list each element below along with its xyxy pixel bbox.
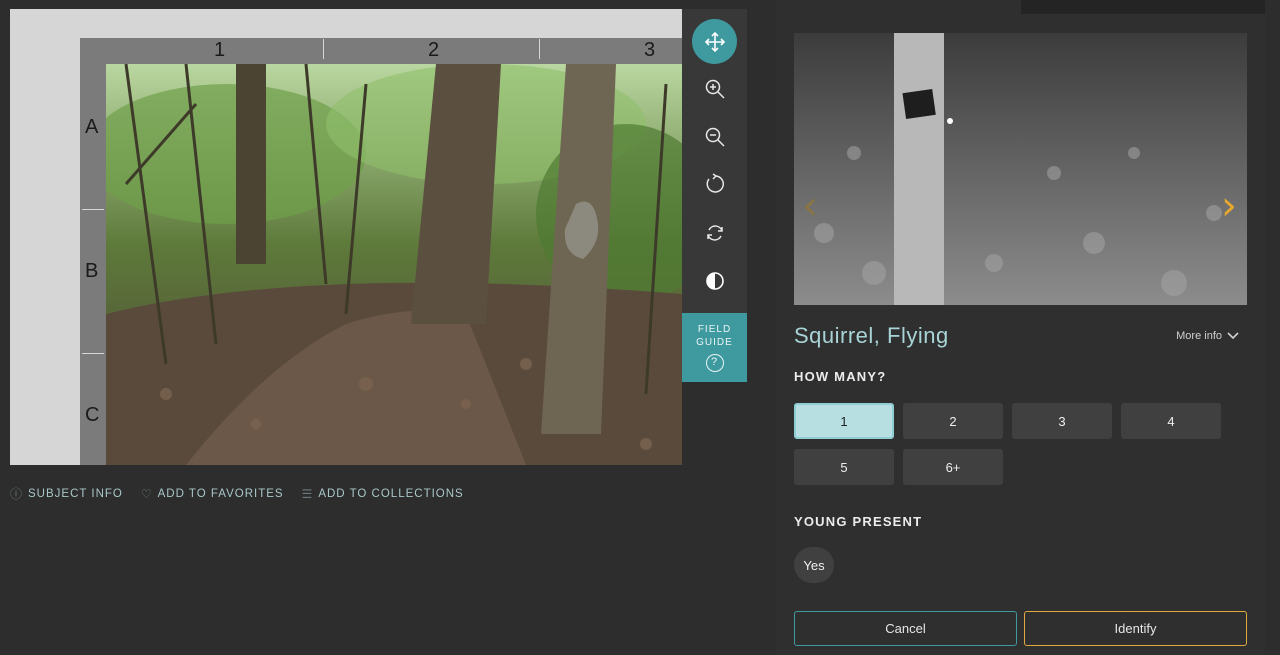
- count-button-3[interactable]: 3: [1012, 403, 1112, 439]
- panel-tabs: [776, 0, 1265, 14]
- classify-page: 1 2 3 A B C FIELD GUIDE ? ⓘ SUBJECT INFO…: [0, 0, 1280, 655]
- heart-icon: ♡: [140, 486, 153, 501]
- grid-column-label: 2: [428, 39, 440, 61]
- zoom-in-button[interactable]: [692, 66, 737, 111]
- field-guide-label-line1: FIELD: [697, 324, 732, 335]
- count-button-4[interactable]: 4: [1121, 403, 1221, 439]
- subject-photo: [106, 64, 682, 465]
- more-info-label: More info: [1176, 330, 1222, 342]
- help-icon: ?: [705, 354, 724, 372]
- next-image-arrow[interactable]: ›: [1221, 183, 1237, 229]
- chevron-down-icon: [1227, 332, 1239, 340]
- task-panel: ‹ › Squirrel, Flying More info HOW MANY?…: [776, 0, 1265, 655]
- reset-button[interactable]: [692, 210, 737, 255]
- grid-row-divider: [82, 209, 104, 210]
- previous-image-arrow[interactable]: ‹: [802, 183, 818, 229]
- tab-task[interactable]: [776, 0, 1021, 14]
- add-to-collections-link[interactable]: ☰ ADD TO COLLECTIONS: [302, 485, 464, 502]
- field-guide-label-line2: GUIDE: [696, 337, 733, 348]
- tab-tutorial[interactable]: [1020, 0, 1265, 14]
- move-tool-button[interactable]: [692, 19, 737, 64]
- grid-column-label: 3: [644, 39, 656, 61]
- count-button-2[interactable]: 2: [903, 403, 1003, 439]
- grid-row-label: C: [85, 404, 100, 426]
- favorites-label: ADD TO FAVORITES: [157, 487, 284, 500]
- rotate-button[interactable]: [692, 161, 737, 206]
- zoom-out-button[interactable]: [692, 114, 737, 159]
- cancel-button[interactable]: Cancel: [794, 611, 1017, 646]
- night-camera-image: [794, 33, 1247, 305]
- zoom-in-icon: [705, 79, 725, 99]
- grid-row-label: B: [85, 260, 99, 282]
- species-name: Squirrel, Flying: [794, 323, 949, 348]
- subject-actions: ⓘ SUBJECT INFO ♡ ADD TO FAVORITES ☰ ADD …: [10, 485, 464, 502]
- species-example-image: ‹ ›: [794, 33, 1247, 305]
- how-many-heading: HOW MANY?: [794, 369, 887, 384]
- reset-icon: [706, 224, 723, 241]
- grid-column-divider: [539, 39, 540, 59]
- identify-button[interactable]: Identify: [1024, 611, 1247, 646]
- add-to-favorites-link[interactable]: ♡ ADD TO FAVORITES: [141, 485, 284, 502]
- subject-info-label: SUBJECT INFO: [28, 487, 123, 500]
- young-present-heading: YOUNG PRESENT: [794, 514, 923, 529]
- subject-viewer[interactable]: 1 2 3 A B C: [10, 9, 682, 465]
- subject-info-link[interactable]: ⓘ SUBJECT INFO: [10, 485, 123, 502]
- invert-icon: [705, 271, 724, 290]
- grid-column-divider: [323, 39, 324, 59]
- rotate-icon: [706, 172, 724, 193]
- field-guide-button[interactable]: FIELD GUIDE ?: [682, 313, 747, 382]
- collections-label: ADD TO COLLECTIONS: [318, 487, 464, 500]
- grid-column-label: 1: [214, 39, 226, 61]
- young-present-yes-button[interactable]: Yes: [794, 547, 834, 583]
- grid-row-divider: [82, 353, 104, 354]
- invert-button[interactable]: [692, 258, 737, 303]
- more-info-toggle[interactable]: More info: [1176, 330, 1239, 342]
- count-button-6plus[interactable]: 6+: [903, 449, 1003, 485]
- forest-scene-image: [106, 64, 682, 465]
- move-icon: [704, 31, 725, 52]
- list-icon: ☰: [301, 486, 314, 501]
- count-button-5[interactable]: 5: [794, 449, 894, 485]
- info-icon: ⓘ: [10, 487, 24, 501]
- grid-row-label: A: [85, 116, 99, 138]
- count-button-1[interactable]: 1: [794, 403, 894, 439]
- zoom-out-icon: [705, 127, 725, 147]
